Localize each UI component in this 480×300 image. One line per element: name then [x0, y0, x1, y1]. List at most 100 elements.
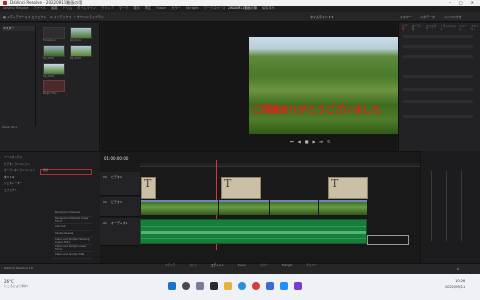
inspector-field[interactable] — [403, 75, 473, 78]
title-clip[interactable]: T — [328, 177, 368, 199]
system-clock[interactable]: 10:26 2022/09/11 — [445, 279, 465, 289]
inspector-field[interactable] — [403, 88, 473, 91]
maximize-button[interactable]: □ — [459, 1, 463, 5]
file-explorer-icon[interactable] — [224, 282, 232, 290]
title-clip[interactable]: T — [141, 177, 156, 199]
tab-effects[interactable]: エフェクト — [426, 25, 437, 31]
tab-file[interactable]: ファイル — [471, 25, 480, 31]
tab-video[interactable]: ビデオ — [402, 25, 409, 31]
menu-item-file[interactable]: ファイル — [33, 7, 46, 10]
skip-back-icon[interactable]: ⏮ — [290, 140, 294, 144]
effects-icon: ✦ — [28, 14, 31, 19]
inspector-field[interactable] — [403, 35, 473, 38]
clip-thumb[interactable] — [43, 63, 65, 75]
menu-item-timeline[interactable]: タイムライン — [77, 7, 96, 10]
menu-item-trim[interactable]: トリム — [63, 7, 73, 10]
inspector-field[interactable] — [403, 55, 473, 58]
menu-item-edit[interactable]: 編集 — [51, 7, 57, 10]
mixer-button[interactable]: ミキサー — [400, 14, 412, 20]
page-fairlight[interactable]: Fairlight — [282, 264, 292, 268]
transport-controls: ⏮ ◀ ■ ▶ ⏭ ↻ — [290, 140, 331, 144]
menu-item-fusion[interactable]: Fusion — [156, 7, 166, 10]
video-clip[interactable] — [219, 200, 269, 215]
effect-item[interactable]: Clean and Simple Title — [53, 253, 93, 259]
bin-power[interactable]: Power Bins — [2, 126, 17, 129]
menu-item-fairlight[interactable]: Fairlight — [186, 7, 199, 10]
menu-item-workspace[interactable]: ワークスペース — [204, 7, 226, 10]
metadata-button[interactable]: メタデータ — [420, 14, 435, 20]
category-effects[interactable]: エフェクト — [4, 189, 35, 193]
inspector-button[interactable]: インスペクタ — [444, 14, 462, 20]
clip-thumb-title[interactable] — [43, 80, 65, 92]
video-clip[interactable] — [270, 200, 318, 215]
inspector-field[interactable] — [403, 115, 473, 118]
menu-item-resolve[interactable]: DaVinci Resolve — [3, 7, 28, 10]
clip-thumb[interactable] — [43, 45, 65, 57]
video-clip[interactable] — [141, 200, 218, 215]
menu-item-color[interactable]: カラー — [171, 7, 181, 10]
category-titles[interactable]: タイトル — [4, 176, 35, 180]
menu-item-mark[interactable]: マーク — [119, 7, 129, 10]
title-clip[interactable]: T — [221, 177, 261, 199]
minimize-button[interactable]: – — [449, 1, 451, 5]
viewer-video-frame[interactable]: ご視聴ありがとうございました — [249, 37, 402, 134]
media-pool-button[interactable]: ▦ メディアプール — [3, 14, 28, 20]
play-icon[interactable]: ▶ — [312, 140, 315, 144]
effect-item[interactable]: Call Out — [53, 225, 93, 231]
sound-library-button[interactable]: ♪ サウンドライブラリ — [74, 14, 104, 20]
stop-icon[interactable]: ■ — [305, 140, 309, 144]
windows-taskbar: 26°C ところにより晴れ 10:26 2022/09/11 — [0, 274, 480, 300]
mail-icon[interactable] — [280, 282, 288, 290]
index-button[interactable]: ≡ インデックス — [50, 14, 71, 20]
fader-bus[interactable] — [461, 171, 462, 241]
edge-icon[interactable] — [238, 282, 246, 290]
app-icon[interactable] — [294, 282, 302, 290]
audio-clip[interactable] — [140, 219, 367, 244]
menu-item-clip[interactable]: クリップ — [101, 7, 114, 10]
search-icon[interactable] — [182, 282, 190, 290]
category-video-transitions[interactable]: ビデオトランジション — [4, 163, 35, 167]
fader-main[interactable] — [446, 171, 447, 241]
page-tabs: メディア カット エディット Fusion カラー Fairlight デリバー — [165, 264, 317, 268]
timeline-selector[interactable]: タイムライン 1 ▾ — [310, 14, 333, 20]
loop-icon[interactable]: ↻ — [327, 140, 330, 144]
clip-thumb[interactable] — [70, 45, 92, 57]
category-toolbox[interactable]: ツールボックス — [4, 156, 35, 160]
start-icon[interactable] — [168, 282, 176, 290]
clip-thumb[interactable] — [70, 27, 92, 39]
clip-thumb-timeline[interactable] — [43, 27, 65, 39]
video-clip[interactable] — [319, 200, 367, 215]
effects-search-input[interactable]: 検索 — [40, 169, 92, 175]
page-fusion[interactable]: Fusion — [238, 264, 246, 268]
inspector-field[interactable] — [403, 100, 473, 103]
effect-item[interactable]: Background Reveal Lower Third — [53, 217, 93, 224]
effects-button[interactable]: ✦ エフェクト — [28, 14, 47, 20]
page-deliver[interactable]: デリバー — [306, 264, 316, 268]
menu-item-view[interactable]: 表示 — [133, 7, 139, 10]
tab-transition[interactable]: トランジション — [440, 25, 456, 31]
category-generators[interactable]: ジェネレーター — [4, 183, 35, 186]
effect-item[interactable]: Clean and Simple Lower Third — [53, 245, 93, 252]
task-view-icon[interactable] — [196, 282, 204, 290]
page-edit[interactable]: エディット — [211, 264, 224, 268]
close-button[interactable]: ✕ — [471, 1, 474, 5]
page-color[interactable]: カラー — [260, 264, 268, 268]
inspector-field[interactable] — [403, 45, 473, 48]
bin-master[interactable]: マスター — [2, 26, 35, 31]
store-icon[interactable] — [266, 282, 274, 290]
page-cut[interactable]: カット — [189, 264, 197, 268]
tab-image[interactable]: イメージ — [459, 25, 468, 31]
weather-widget[interactable]: 26°C ところにより晴れ — [4, 280, 28, 288]
category-audio-transitions[interactable]: オーディオトランジション — [4, 170, 35, 173]
page-media[interactable]: メディア — [165, 264, 175, 268]
track-name: オーディオ1 — [111, 221, 128, 225]
home-icon[interactable]: ⌂ — [457, 267, 460, 271]
play-reverse-icon[interactable]: ◀ — [298, 140, 301, 144]
davinci-resolve-icon[interactable] — [210, 282, 218, 290]
chrome-icon[interactable] — [252, 282, 260, 290]
tab-audio[interactable]: オーディオ — [412, 25, 423, 31]
timeline-ruler[interactable] — [140, 163, 420, 167]
menu-item-playback[interactable]: 再生 — [145, 7, 151, 10]
skip-forward-icon[interactable]: ⏭ — [320, 140, 324, 144]
fader-a1[interactable] — [431, 171, 432, 241]
